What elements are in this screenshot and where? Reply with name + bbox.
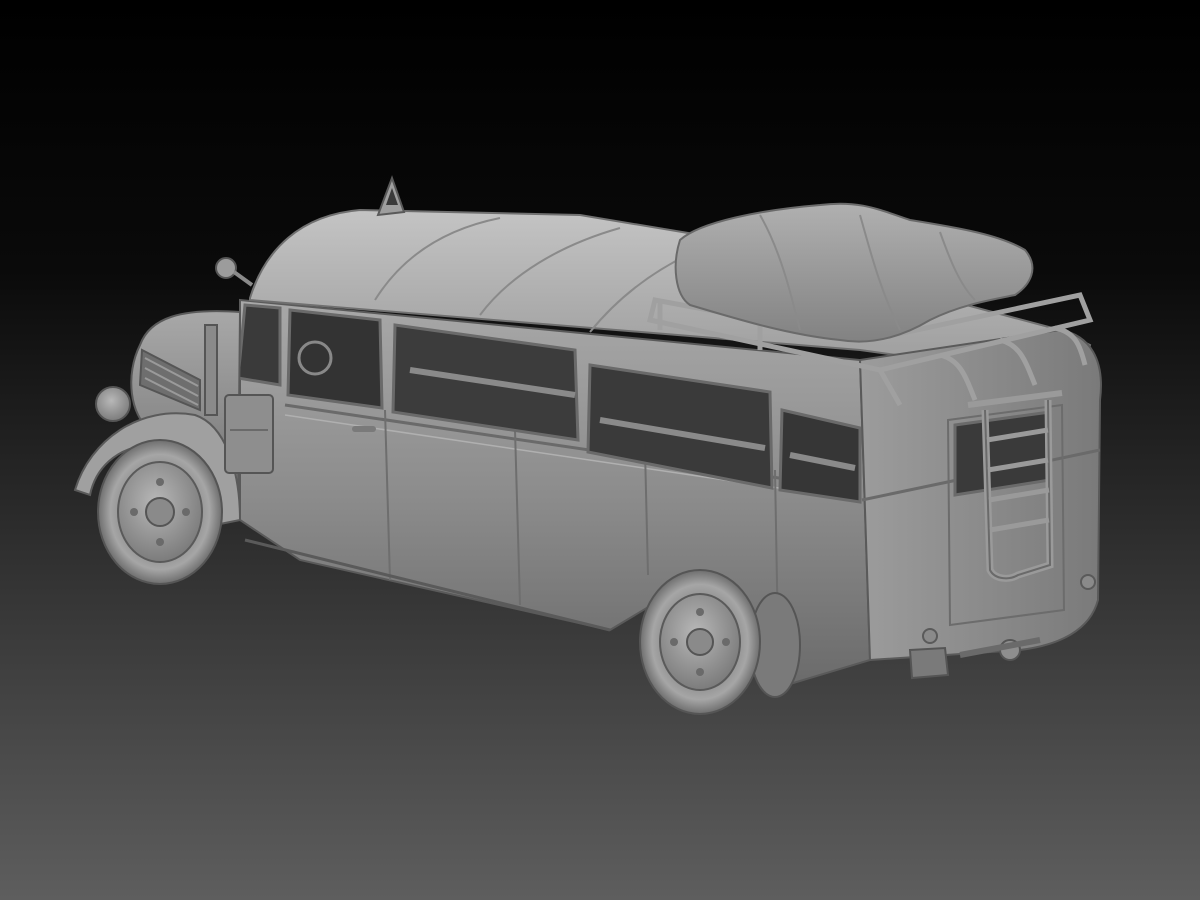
front-wheel (97, 439, 223, 585)
bus-render (73, 175, 1102, 715)
roof-sign-triangle-icon (376, 175, 406, 217)
bus-rear (858, 328, 1102, 680)
render-viewport (0, 0, 1200, 900)
